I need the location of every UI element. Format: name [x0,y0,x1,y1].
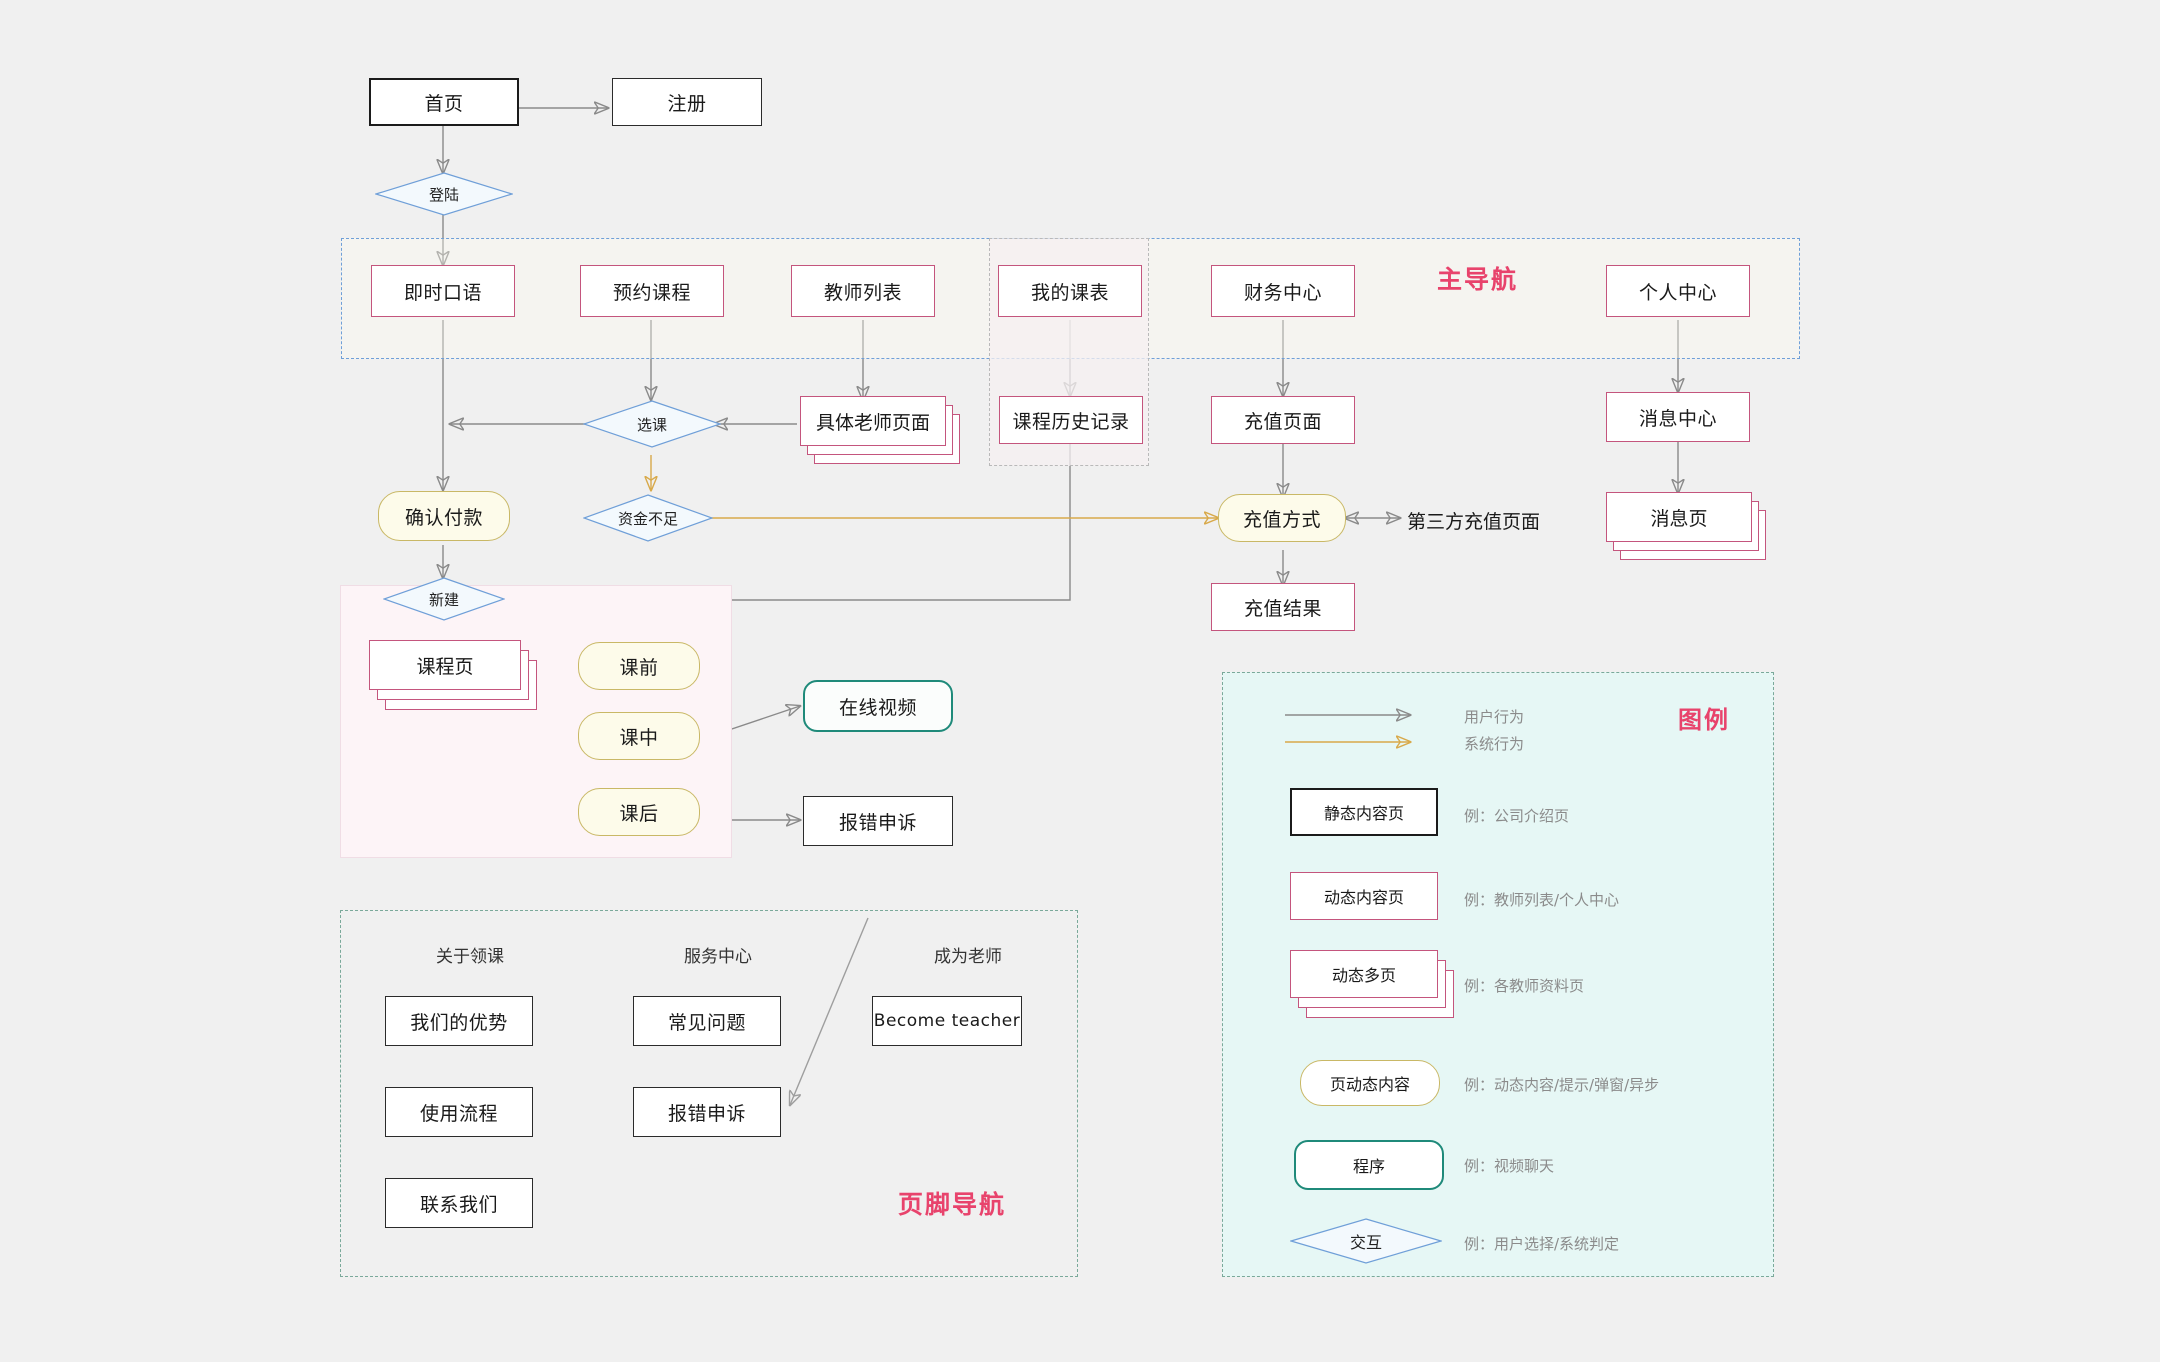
decision-login-label: 登陆 [428,185,459,204]
decision-select-course-label: 选课 [636,415,667,434]
footer-column-title-0: 关于领课 [436,947,504,967]
node-home[interactable]: 首页 [369,78,519,126]
nav-item-finance-center[interactable]: 财务中心 [1211,265,1355,317]
footer-item-label: Become teacher [873,1011,1021,1031]
footer-nav-zone-title: 页脚导航 [898,1190,1007,1219]
footer-item-label: 使用流程 [419,1102,498,1125]
footer-item-faq[interactable]: 常见问题 [633,996,781,1046]
node-teacher-page-stack[interactable]: 具体老师页面 [800,396,960,464]
node-error-report[interactable]: 报错申诉 [803,796,953,846]
decision-insufficient-funds-label: 资金不足 [617,509,678,528]
nav-item-teacher-list[interactable]: 教师列表 [791,265,935,317]
node-after-class-label: 课后 [619,802,659,825]
legend-example-dynamic-multipage: 例：各教师资料页 [1464,977,1585,995]
nav-item-label: 教师列表 [823,281,902,304]
node-message-page-stack[interactable]: 消息页 [1606,492,1768,562]
nav-item-book-course[interactable]: 预约课程 [580,265,724,317]
footer-item-contact-us[interactable]: 联系我们 [385,1178,533,1228]
node-error-report-label: 报错申诉 [838,811,917,834]
legend-shape-page-dynamic-content: 页动态内容 [1300,1060,1440,1106]
footer-item-label: 报错申诉 [667,1102,746,1125]
legend-shape-program: 程序 [1294,1140,1444,1190]
node-topup-page[interactable]: 充值页面 [1211,396,1355,444]
main-nav-zone-title: 主导航 [1437,265,1519,294]
legend-shape-label: 动态内容页 [1323,888,1404,907]
footer-item-label: 常见问题 [667,1011,746,1034]
node-after-class[interactable]: 课后 [578,788,700,836]
legend-example-dynamic-page: 例：教师列表/个人中心 [1464,891,1620,909]
legend-example-program: 例：视频聊天 [1464,1157,1555,1175]
footer-item-our-advantage[interactable]: 我们的优势 [385,996,533,1046]
legend-shape-dynamic-page: 动态内容页 [1290,872,1438,920]
node-message-page-label: 消息页 [1650,507,1708,530]
node-message-center[interactable]: 消息中心 [1606,392,1750,442]
legend-arrow-label-user-action: 用户行为 [1464,708,1525,726]
node-course-page-stack[interactable]: 课程页 [369,640,539,712]
node-confirm-payment[interactable]: 确认付款 [378,491,510,541]
decision-select-course[interactable]: 选课 [583,400,721,448]
footer-item-label: 联系我们 [419,1193,498,1216]
legend-shape-label: 动态多页 [1331,966,1396,985]
node-course-history-label: 课程历史记录 [1012,410,1130,433]
nav-item-my-schedule[interactable]: 我的课表 [998,265,1142,317]
decision-insufficient-funds[interactable]: 资金不足 [583,494,713,542]
legend-shape-label: 页动态内容 [1329,1075,1410,1094]
node-before-class[interactable]: 课前 [578,642,700,690]
footer-item-usage-flow[interactable]: 使用流程 [385,1087,533,1137]
node-topup-method[interactable]: 充值方式 [1218,494,1346,542]
legend-example-interaction: 例：用户选择/系统判定 [1464,1235,1620,1253]
legend-shape-static-page: 静态内容页 [1290,788,1438,836]
node-third-party-topup: 第三方充值页面 [1407,511,1541,533]
node-during-class-label: 课中 [619,726,659,749]
node-message-center-label: 消息中心 [1638,407,1717,430]
node-during-class[interactable]: 课中 [578,712,700,760]
decision-new[interactable]: 新建 [383,577,505,621]
node-course-page-label: 课程页 [416,655,474,678]
node-topup-result-label: 充值结果 [1243,597,1322,620]
nav-item-label: 财务中心 [1243,281,1322,304]
legend-shape-label: 程序 [1352,1157,1385,1176]
legend-arrow-label-system-action: 系统行为 [1464,735,1525,753]
decision-new-label: 新建 [428,590,459,609]
node-register[interactable]: 注册 [612,78,762,126]
legend-shape-interaction: 交互 [1290,1218,1442,1264]
nav-item-label: 个人中心 [1638,281,1717,304]
node-before-class-label: 课前 [619,656,659,679]
connector-layer [0,0,2160,1362]
legend-example-static-page: 例：公司介绍页 [1464,807,1570,825]
node-online-video[interactable]: 在线视频 [803,680,953,732]
node-topup-result[interactable]: 充值结果 [1211,583,1355,631]
flowchart-canvas: 首页 注册 登陆 即时口语 预约课程 教师列表 我的课表 财务中心 个人中心 主… [0,0,2160,1362]
footer-item-label: 我们的优势 [410,1011,508,1034]
node-register-label: 注册 [667,92,707,115]
decision-login[interactable]: 登陆 [375,172,513,216]
nav-item-label: 预约课程 [612,281,691,304]
legend-example-page-dynamic-content: 例：动态内容/提示/弹窗/异步 [1464,1076,1660,1094]
node-topup-method-label: 充值方式 [1242,508,1321,531]
nav-item-label: 即时口语 [403,281,482,304]
footer-item-become-teacher[interactable]: Become teacher [872,996,1022,1046]
legend-zone-title: 图例 [1678,706,1730,734]
node-course-history[interactable]: 课程历史记录 [999,396,1143,444]
footer-column-title-1: 服务中心 [684,947,752,967]
footer-item-error-report[interactable]: 报错申诉 [633,1087,781,1137]
legend-shape-dynamic-multipage: 动态多页 [1290,950,1458,1020]
node-teacher-page-label: 具体老师页面 [815,411,930,434]
nav-item-label: 我的课表 [1030,281,1109,304]
node-confirm-payment-label: 确认付款 [404,506,483,529]
legend-shape-label: 静态内容页 [1323,804,1404,823]
legend-shape-label: 交互 [1349,1233,1382,1252]
footer-column-title-2: 成为老师 [934,947,1002,967]
node-home-label: 首页 [424,92,464,115]
node-topup-page-label: 充值页面 [1243,410,1322,433]
nav-item-instant-speaking[interactable]: 即时口语 [371,265,515,317]
node-online-video-label: 在线视频 [838,696,917,719]
nav-item-personal-center[interactable]: 个人中心 [1606,265,1750,317]
